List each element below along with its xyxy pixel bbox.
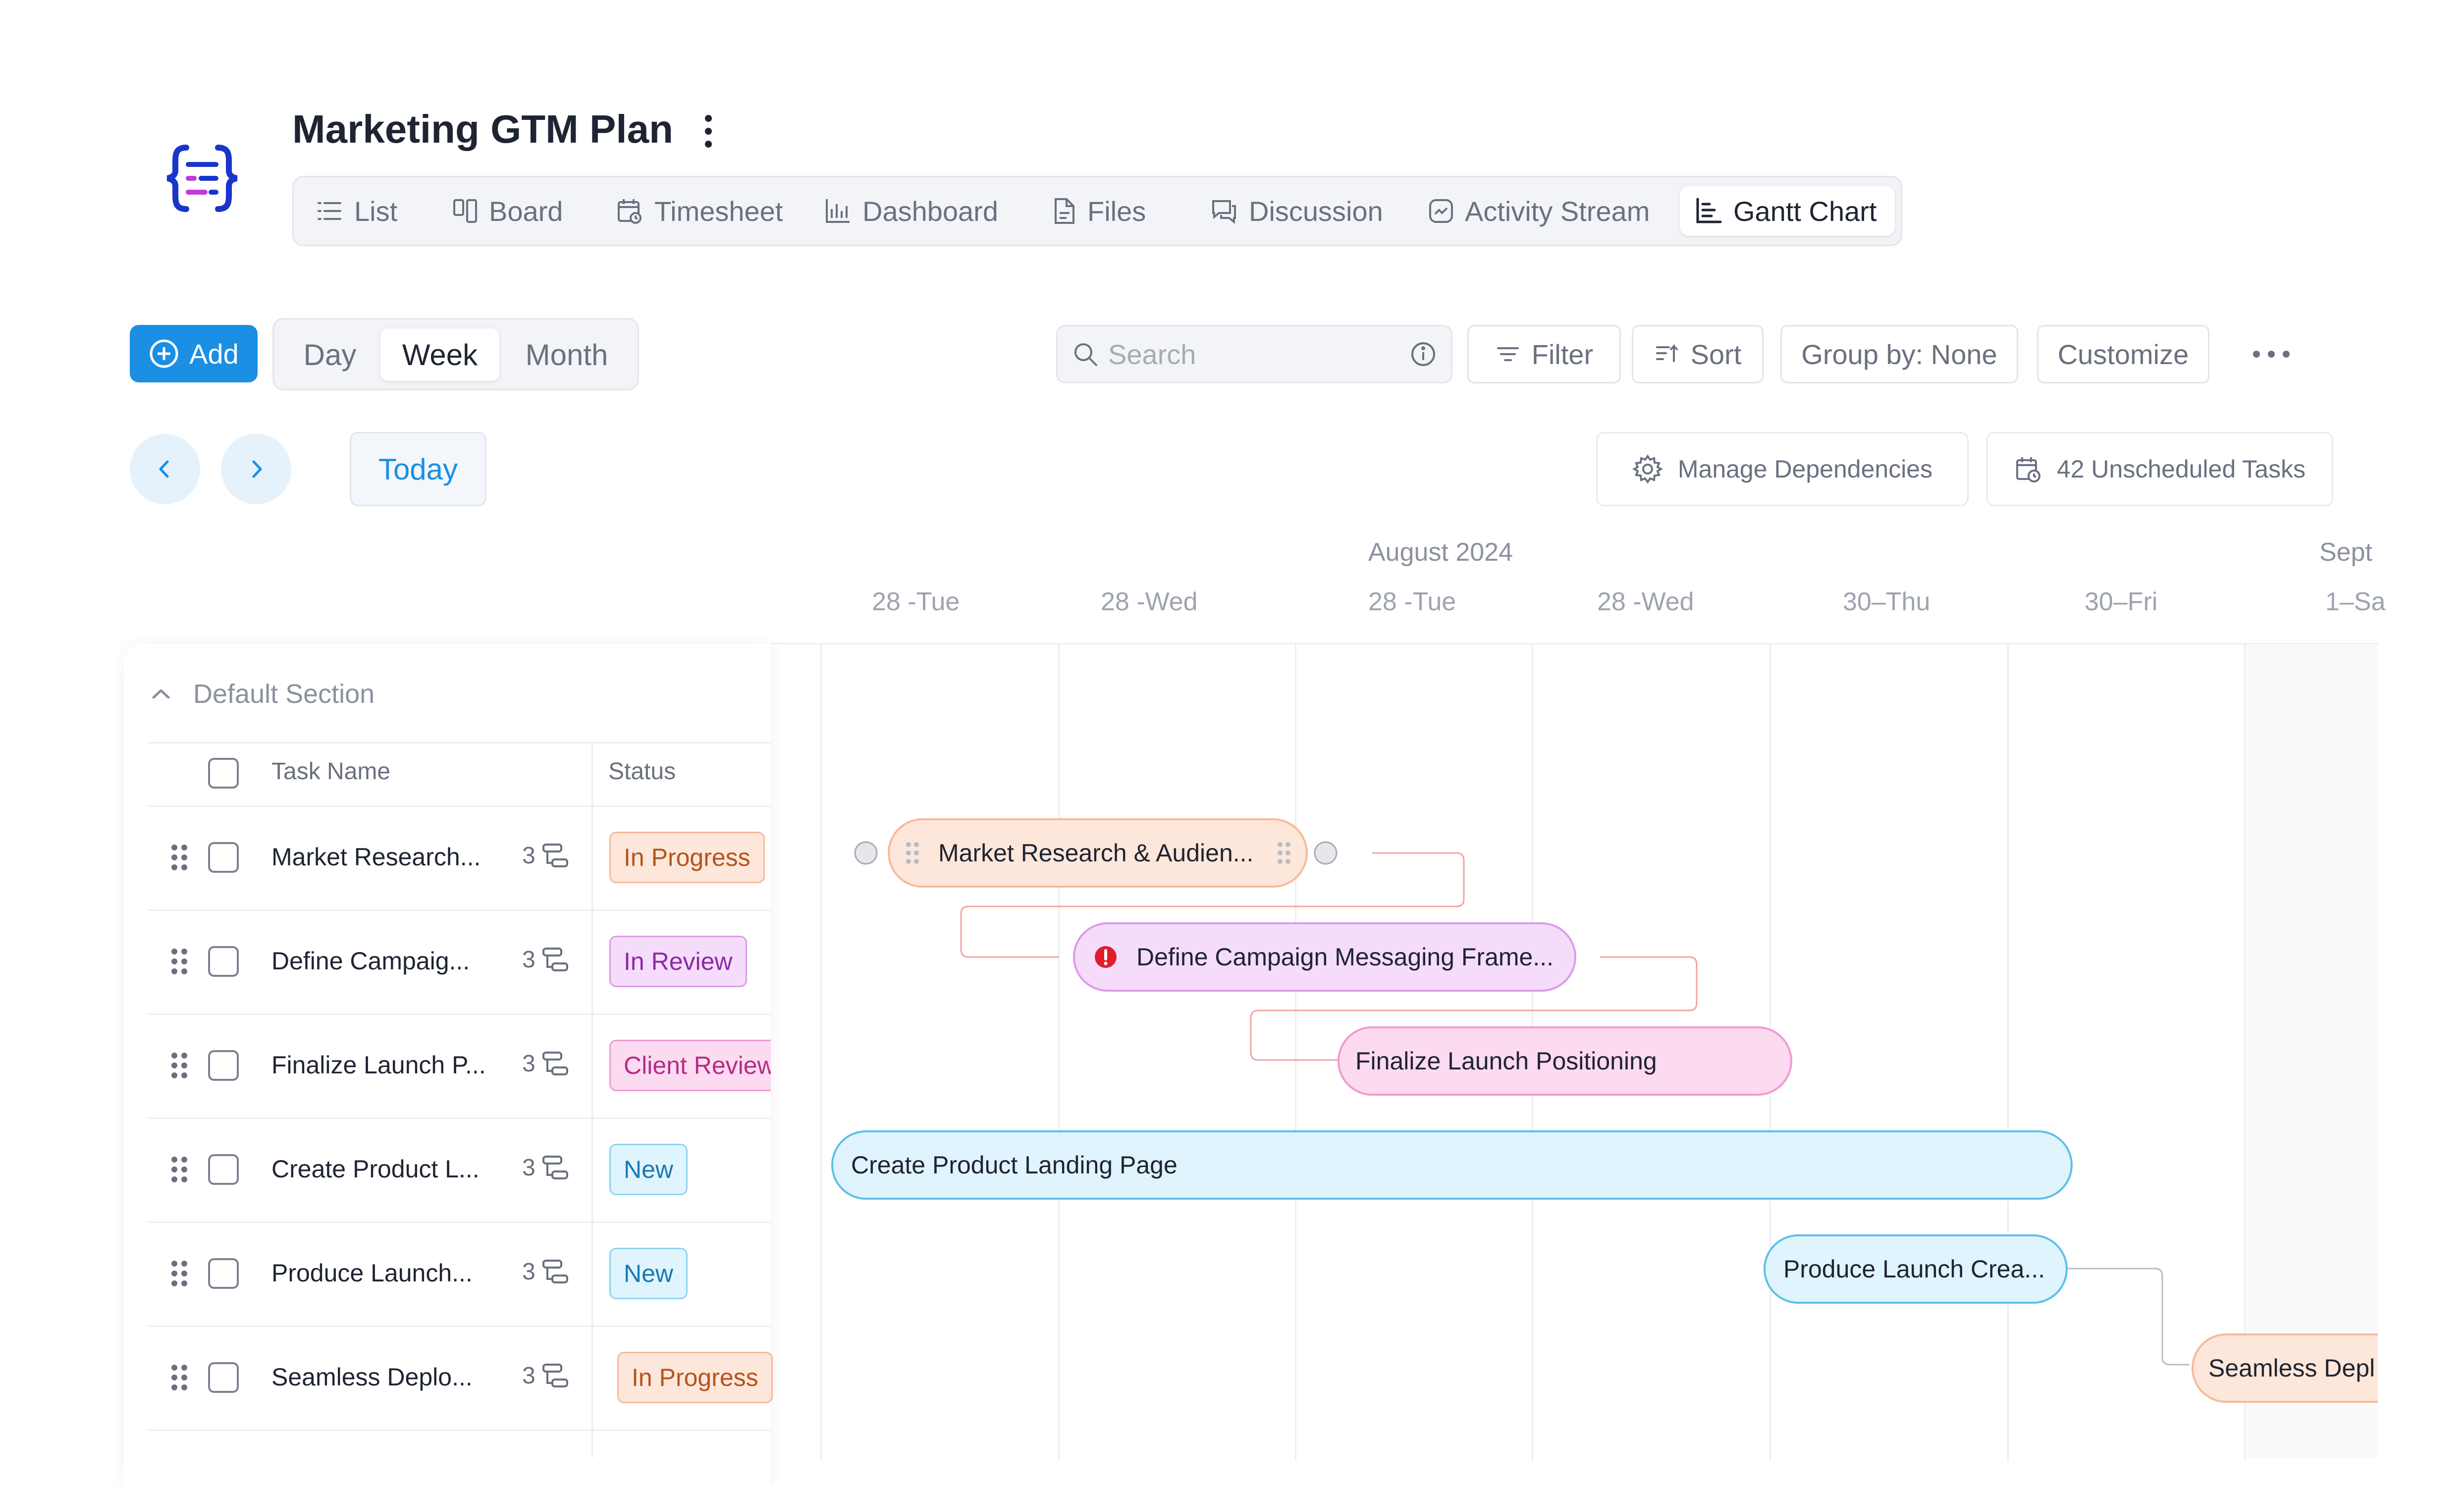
gantt-bar-label: Seamless Depl: [2208, 1354, 2375, 1382]
gantt-bar-seamless-deploy[interactable]: Seamless Depl: [2192, 1333, 2400, 1403]
drag-handle-icon[interactable]: [905, 841, 920, 865]
gantt-bar-label: Produce Launch Crea...: [1783, 1255, 2045, 1283]
gantt-bar-label: Create Product Landing Page: [851, 1151, 1178, 1179]
gantt-bar-produce-launch[interactable]: Produce Launch Crea...: [1764, 1234, 2068, 1304]
gantt-bar-finalize-launch[interactable]: Finalize Launch Positioning: [1338, 1026, 1792, 1096]
gantt-bar-label: Define Campaign Messaging Frame...: [1136, 943, 1554, 971]
gantt-bar-label: Finalize Launch Positioning: [1355, 1047, 1657, 1075]
viewport-edge: [2378, 644, 2464, 1458]
dependency-handle-end[interactable]: [1314, 841, 1338, 865]
dependency-lines: [854, 841, 2190, 1366]
gantt-bar-market-research[interactable]: Market Research & Audien...: [888, 818, 1308, 888]
gantt-bar-define-campaign[interactable]: Define Campaign Messaging Frame...: [1073, 922, 1576, 992]
dependency-handle-start[interactable]: [854, 841, 878, 865]
warning-icon: [1095, 946, 1117, 968]
drag-handle-icon[interactable]: [1276, 841, 1292, 865]
gantt-bar-label: Market Research & Audien...: [938, 839, 1254, 867]
gantt-bar-create-landing-page[interactable]: Create Product Landing Page: [831, 1130, 2073, 1200]
